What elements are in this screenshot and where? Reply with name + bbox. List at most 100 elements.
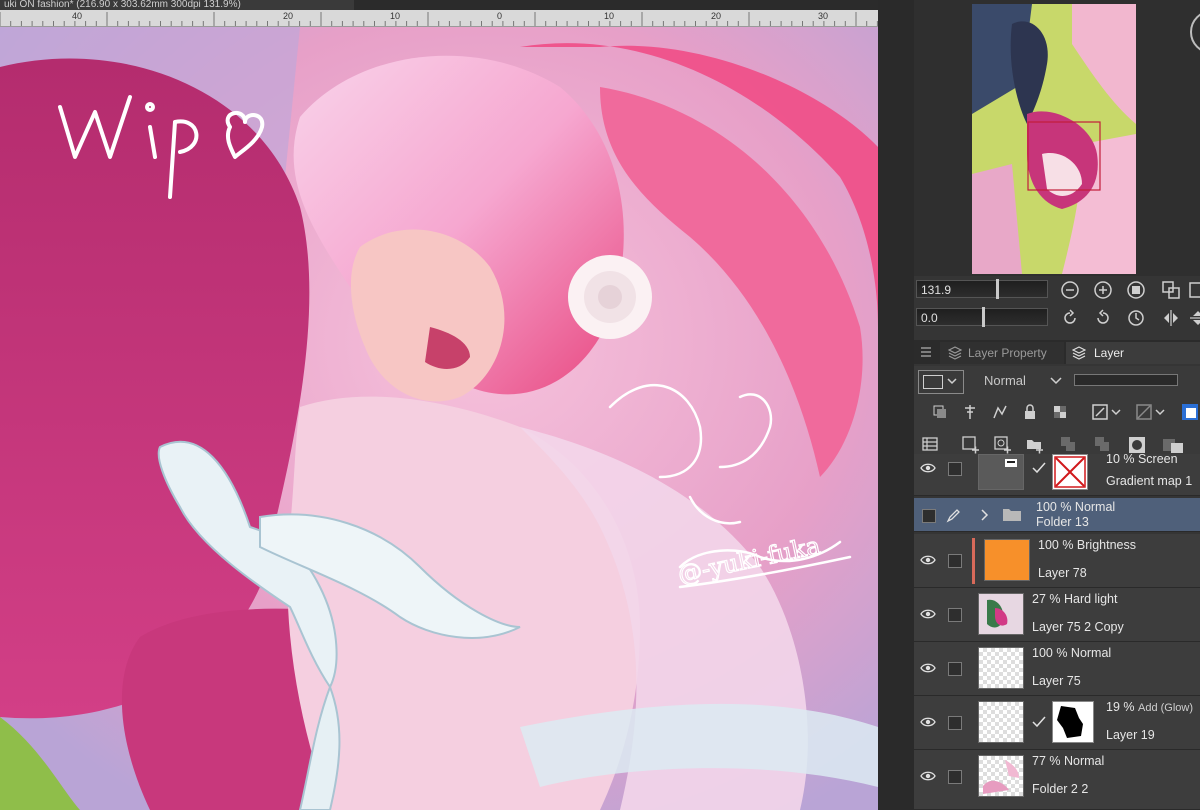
- rotation-slider-row: 0.0: [914, 306, 1200, 330]
- rotation-value: 0.0: [921, 311, 938, 325]
- rotate-left-icon[interactable]: [1060, 308, 1080, 328]
- panel-menu-icon[interactable]: [920, 346, 932, 358]
- empty-mask-icon: [1054, 456, 1086, 488]
- chevron-down-icon: [947, 378, 957, 385]
- layer-mode-label: 100 % Normal: [1032, 646, 1112, 660]
- zoom-out-icon[interactable]: [1060, 280, 1080, 300]
- layer-75-thumbnail: [978, 647, 1024, 689]
- layer-name-label: Layer 78: [1038, 566, 1087, 580]
- blend-mode-row: Normal: [914, 366, 1200, 396]
- zoom-in-icon[interactable]: [1093, 280, 1113, 300]
- visibility-eye-icon[interactable]: [920, 770, 936, 782]
- layer-lock-box[interactable]: [948, 770, 962, 784]
- layer-list-icon[interactable]: [922, 436, 938, 452]
- pencil-edit-icon: [946, 509, 960, 523]
- drawing-canvas[interactable]: @-yuki-fuka: [0, 27, 878, 810]
- layer-toolbar-top: [914, 396, 1200, 428]
- rotate-right-icon[interactable]: [1093, 308, 1113, 328]
- layer-visibility-box[interactable]: [922, 509, 936, 523]
- layer-mode-label: 10 % Screen: [1106, 452, 1178, 466]
- layer-name-label: Gradient map 1: [1106, 474, 1193, 488]
- artwork-thumb-icon: [979, 594, 1023, 634]
- layer-row-gradient-map-1[interactable]: 10 % Screen Gradient map 1: [914, 452, 1200, 496]
- right-panel: 131.9 0.0 Layer Property Layer Normal 10…: [914, 0, 1200, 810]
- ruler-label-20: 20: [283, 11, 294, 21]
- folder-2-2-thumbnail: [978, 755, 1024, 797]
- horizontal-ruler: 40 20 10 0 10 20 30: [0, 10, 878, 27]
- layer-78-thumbnail: [984, 539, 1030, 581]
- layer-19-thumbnail: [978, 701, 1024, 743]
- layer-lock-box[interactable]: [948, 608, 962, 622]
- navigator-side-dial[interactable]: [1190, 10, 1200, 54]
- zoom-slider-row: 131.9: [914, 278, 1200, 302]
- visibility-eye-icon[interactable]: [920, 716, 936, 728]
- draft-layer-icon[interactable]: [992, 404, 1008, 420]
- ruler-dropdown-icon[interactable]: [1136, 404, 1166, 420]
- ruler-label-10b: 10: [604, 11, 615, 21]
- layer-row-layer-19[interactable]: 19 % Add (Glow) Layer 19: [914, 696, 1200, 750]
- lock-icon[interactable]: [1022, 404, 1038, 420]
- layer-row-layer-75-2-copy[interactable]: 27 % Hard light Layer 75 2 Copy: [914, 588, 1200, 642]
- layer-mode-label: 100 % Brightness: [1038, 538, 1136, 552]
- layer-mode-label: 27 % Hard light: [1032, 592, 1118, 606]
- mask-link-check-icon[interactable]: [1032, 716, 1046, 728]
- reference-layer-icon[interactable]: [962, 404, 978, 420]
- ruler-label-0: 0: [497, 11, 503, 21]
- reset-rotation-icon[interactable]: [1126, 308, 1146, 328]
- blend-mode-select[interactable]: Normal: [984, 370, 1069, 392]
- layer-mask-thumbnail[interactable]: [1052, 454, 1088, 490]
- layer-lock-box[interactable]: [948, 716, 962, 730]
- fit-window-icon[interactable]: [1161, 280, 1181, 300]
- artwork-illustration: @-yuki-fuka: [0, 27, 878, 810]
- layer-row-folder-13[interactable]: 100 % Normal Folder 13: [914, 498, 1200, 532]
- folder-expand-chevron-icon[interactable]: [980, 508, 990, 522]
- new-folder-icon[interactable]: [1026, 436, 1044, 454]
- tab-layer-property-label: Layer Property: [968, 346, 1047, 360]
- zoom-slider-knob[interactable]: [996, 279, 999, 299]
- layer-color-button[interactable]: [918, 370, 964, 394]
- tab-layer-label: Layer: [1094, 346, 1125, 360]
- transfer-down-icon[interactable]: [1060, 436, 1078, 454]
- layer-stack-icon: [1072, 346, 1086, 360]
- layer-lock-box[interactable]: [948, 462, 962, 476]
- folder-art-icon: [983, 760, 1019, 794]
- layer-row-layer-78[interactable]: 100 % Brightness Layer 78: [914, 534, 1200, 588]
- mask-link-check-icon[interactable]: [1032, 462, 1046, 474]
- actual-size-icon[interactable]: [1188, 280, 1200, 300]
- visibility-eye-icon[interactable]: [920, 554, 936, 566]
- folder-name-label: Folder 13: [1036, 515, 1089, 529]
- ruler-label-20b: 20: [711, 11, 722, 21]
- gradient-map-icon: [1005, 459, 1017, 467]
- layer-lock-box[interactable]: [948, 662, 962, 676]
- layer-list: 10 % Screen Gradient map 1 100 % Normal …: [914, 452, 1200, 810]
- layer-color-marker: [972, 538, 975, 584]
- mask-shape-icon: [1057, 706, 1083, 738]
- navigator-panel: [914, 0, 1200, 276]
- rotation-slider-knob[interactable]: [982, 307, 985, 327]
- layer-lock-box[interactable]: [948, 554, 962, 568]
- layer-19-mask-thumbnail[interactable]: [1052, 701, 1094, 743]
- visibility-eye-icon[interactable]: [920, 608, 936, 620]
- layer-name-label: Layer 75 2 Copy: [1032, 620, 1124, 634]
- zoom-slider[interactable]: 131.9: [916, 280, 1048, 298]
- visibility-eye-icon[interactable]: [920, 462, 936, 474]
- flip-vertical-icon[interactable]: [1188, 308, 1200, 328]
- flip-horizontal-icon[interactable]: [1161, 308, 1181, 328]
- clip-layer-icon[interactable]: [932, 404, 948, 420]
- new-vector-layer-icon[interactable]: [994, 436, 1012, 454]
- tab-layer-property[interactable]: Layer Property: [940, 342, 1064, 364]
- tab-layer[interactable]: Layer: [1066, 342, 1200, 364]
- opacity-slider[interactable]: [1074, 374, 1178, 386]
- visibility-eye-icon[interactable]: [920, 662, 936, 674]
- folder-mode-label: 100 % Normal: [1036, 500, 1116, 514]
- fit-view-icon[interactable]: [1126, 280, 1146, 300]
- mask-dropdown-icon[interactable]: [1092, 404, 1122, 420]
- navigator-thumbnail[interactable]: [972, 4, 1136, 274]
- layer-row-layer-75[interactable]: 100 % Normal Layer 75: [914, 642, 1200, 696]
- layer-color-icon[interactable]: [1180, 402, 1200, 422]
- new-raster-layer-icon[interactable]: [962, 436, 980, 454]
- layer-75-copy-thumbnail: [978, 593, 1024, 635]
- window-title: uki ON fashion* (216.90 x 303.62mm 300dp…: [0, 0, 354, 10]
- lock-transparency-icon[interactable]: [1052, 404, 1068, 420]
- layer-row-folder-2-2[interactable]: 77 % Normal Folder 2 2: [914, 750, 1200, 810]
